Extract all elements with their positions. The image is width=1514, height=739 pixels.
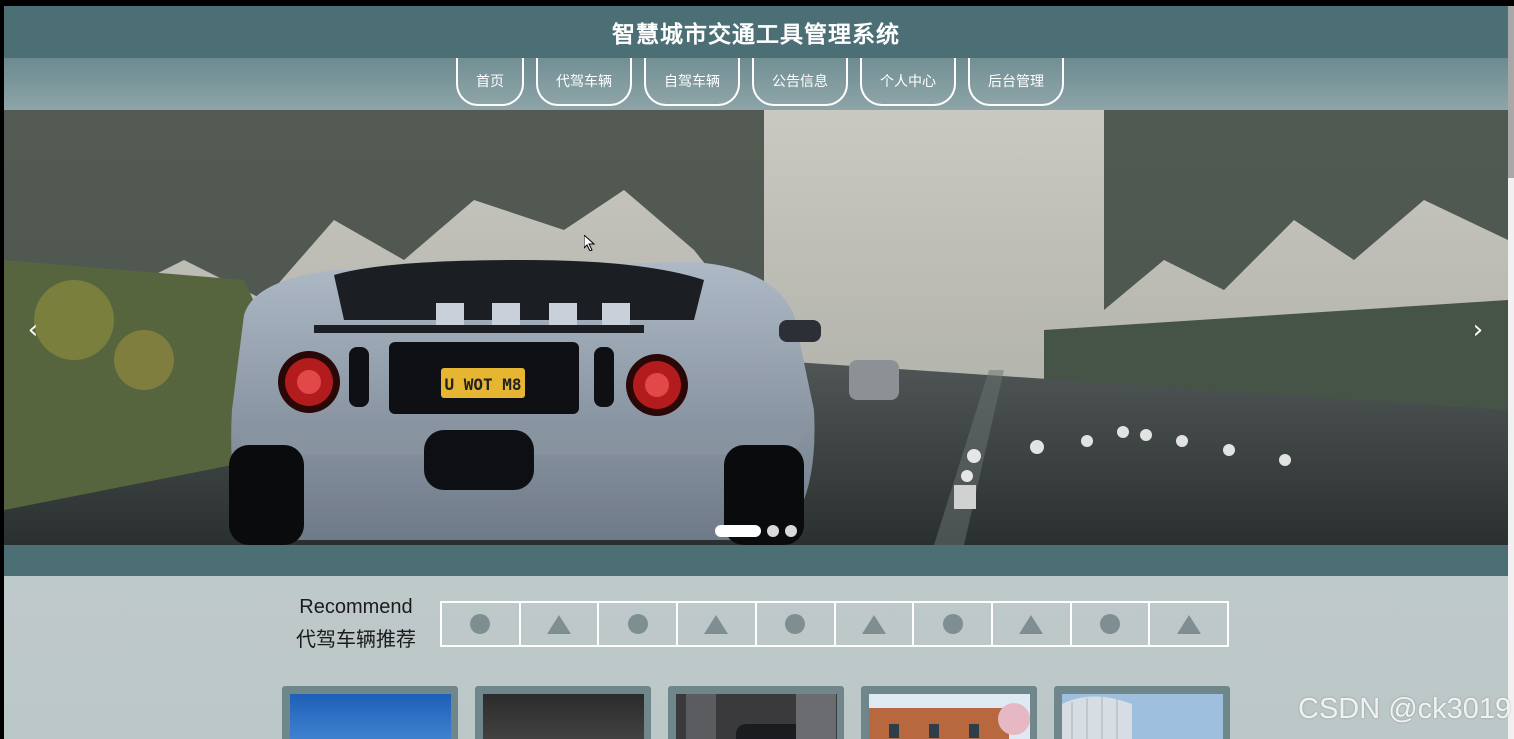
page-scrollbar[interactable] — [1508, 6, 1514, 739]
nav-item-self-drive-vehicles[interactable]: 自驾车辆 — [644, 58, 740, 106]
vehicle-card[interactable] — [1054, 686, 1230, 739]
triangle-icon — [704, 614, 729, 634]
decorative-shape-strip — [440, 601, 1230, 647]
watermark-text: CSDN @ck3019 — [1298, 693, 1512, 725]
vehicle-card[interactable] — [475, 686, 651, 739]
vehicle-thumbnail — [1062, 694, 1223, 739]
shape-cell — [754, 603, 834, 645]
carousel-indicators — [715, 525, 797, 537]
circle-icon — [1099, 614, 1120, 634]
recommend-title-cn: 代驾车辆推荐 — [296, 627, 416, 651]
vehicle-thumbnail — [869, 694, 1030, 739]
hero-carousel: U WOT M8 ‹ › — [4, 110, 1508, 545]
site-title: 智慧城市交通工具管理系统 — [612, 22, 900, 48]
mouse-pointer-icon — [583, 233, 596, 255]
shape-cell — [597, 603, 676, 645]
nav-item-chauffeur-vehicles[interactable]: 代驾车辆 — [536, 58, 632, 106]
nav-item-admin[interactable]: 后台管理 — [968, 58, 1064, 106]
vehicle-thumbnail — [676, 694, 837, 739]
carousel-next-button[interactable]: › — [1463, 315, 1493, 345]
triangle-icon — [861, 614, 886, 634]
chevron-left-icon: ‹ — [27, 315, 39, 345]
nav-item-personal-center[interactable]: 个人中心 — [860, 58, 956, 106]
shape-cell — [1148, 603, 1230, 645]
vehicle-thumbnail — [483, 694, 644, 739]
section-divider — [4, 545, 1508, 576]
shape-cell — [676, 603, 755, 645]
triangle-icon — [547, 614, 572, 634]
circle-icon — [785, 614, 806, 634]
vehicle-card[interactable] — [668, 686, 844, 739]
circle-icon — [470, 614, 491, 634]
circle-icon — [942, 614, 963, 634]
recommend-title-en: Recommend — [299, 596, 413, 618]
circle-icon — [627, 614, 648, 634]
scrollbar-thumb[interactable] — [1508, 6, 1514, 178]
shape-cell — [990, 603, 1070, 645]
triangle-icon — [1176, 614, 1201, 634]
chevron-right-icon: › — [1472, 315, 1484, 345]
carousel-dot[interactable] — [785, 525, 797, 537]
hero-slide-image: U WOT M8 — [4, 110, 1508, 545]
browser-viewport: 智慧城市交通工具管理系统 首页 代驾车辆 自驾车辆 公告信息 个人中心 后台管理 — [4, 6, 1508, 739]
site-header: 智慧城市交通工具管理系统 — [4, 6, 1508, 58]
nav-item-home[interactable]: 首页 — [456, 58, 524, 106]
triangle-icon — [1019, 614, 1044, 634]
shape-cell — [1069, 603, 1149, 645]
recommend-heading: Recommend 代驾车辆推荐 — [286, 596, 426, 652]
shape-cell — [518, 603, 598, 645]
shape-cell — [833, 603, 913, 645]
nav-item-announcements[interactable]: 公告信息 — [752, 58, 848, 106]
main-nav: 首页 代驾车辆 自驾车辆 公告信息 个人中心 后台管理 — [4, 58, 1508, 110]
recommend-card-list — [282, 686, 1230, 739]
vehicle-card[interactable] — [282, 686, 458, 739]
carousel-dot[interactable] — [767, 525, 779, 537]
vehicle-card[interactable] — [861, 686, 1037, 739]
carousel-dot[interactable] — [715, 525, 761, 537]
license-plate-text: U WOT M8 — [444, 375, 521, 394]
carousel-prev-button[interactable]: ‹ — [18, 315, 48, 345]
shape-cell — [912, 603, 991, 645]
nav-list: 首页 代驾车辆 自驾车辆 公告信息 个人中心 后台管理 — [456, 58, 1064, 110]
vehicle-thumbnail — [290, 694, 451, 739]
shape-cell — [440, 603, 519, 645]
